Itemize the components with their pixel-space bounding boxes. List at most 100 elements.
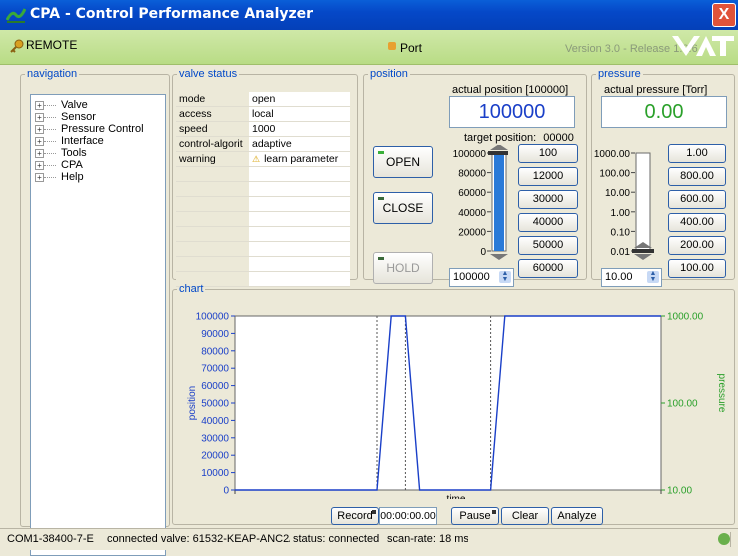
position-preset-button[interactable]: 30000 [518, 190, 578, 209]
valve-status-row [176, 211, 350, 227]
navigation-panel: navigation + Valve + Sensor + Pressure Contro… [20, 68, 170, 556]
position-preset-button[interactable]: 50000 [518, 236, 578, 255]
remote-label: REMOTE [26, 38, 78, 52]
window-close-button[interactable]: X [712, 3, 736, 27]
valve-status-row: control-algorit adaptive [176, 136, 350, 152]
hold-led [378, 257, 384, 260]
tree-connector [44, 117, 56, 118]
status-spare [468, 532, 731, 547]
expand-icon[interactable]: + [35, 149, 44, 158]
pressure-preset-button[interactable]: 1.00 [668, 144, 726, 163]
valve-status-legend: valve status [179, 68, 238, 80]
pause-button-label: Pause [459, 510, 491, 522]
port-button[interactable]: Port [388, 41, 422, 55]
expand-icon[interactable]: + [35, 161, 44, 170]
valve-status-key: speed [176, 121, 249, 137]
position-scale-label: 0 [480, 247, 486, 258]
position-preset-button[interactable]: 40000 [518, 213, 578, 232]
expand-icon[interactable]: + [35, 137, 44, 146]
actual-pressure-label: actual pressure [Torr] [604, 84, 708, 96]
nav-item-pressure-control[interactable]: + Pressure Control [31, 123, 165, 135]
spin-arrows-icon[interactable]: ▲ ▼ [499, 270, 511, 283]
navigation-legend: navigation [27, 68, 78, 80]
chart-panel: chart 100000 90000 80000 70000 60000 50000 400… [172, 283, 735, 525]
valve-status-row: mode open [176, 92, 350, 107]
expand-icon[interactable]: + [35, 173, 44, 182]
position-handle-arrow-icon [490, 145, 508, 150]
position-scale-label: 60000 [458, 188, 486, 199]
pressure-scale-label: 1000.00 [594, 149, 630, 160]
connection-status-icon [718, 533, 730, 545]
close-button[interactable]: CLOSE [373, 192, 433, 224]
pressure-preset-button[interactable]: 400.00 [668, 213, 726, 232]
expand-icon[interactable]: + [35, 101, 44, 110]
expand-icon[interactable]: + [35, 125, 44, 134]
remote-button[interactable]: REMOTE [10, 38, 77, 53]
position-preset-label: 100 [538, 147, 558, 159]
position-preset-button[interactable]: 12000 [518, 167, 578, 186]
position-slider[interactable]: 100000 80000 60000 40000 20000 0 [452, 145, 508, 265]
record-timer: 00:00:00.00 [379, 507, 437, 525]
pressure-preset-label: 600.00 [680, 193, 714, 205]
status-scan-rate: scan-rate: 18 ms [384, 532, 471, 547]
expand-icon[interactable]: + [35, 113, 44, 122]
clear-button-label: Clear [511, 510, 539, 522]
tree-connector [44, 141, 56, 142]
clear-button[interactable]: Clear [501, 507, 549, 525]
nav-item-interface[interactable]: + Interface [31, 135, 165, 147]
tree-connector [44, 129, 56, 130]
valve-status-empty [176, 166, 249, 182]
pressure-slider-handle[interactable] [632, 249, 654, 253]
key-icon [10, 39, 24, 53]
window-title: CPA - Control Performance Analyzer [30, 6, 314, 22]
nav-item-label: CPA [61, 159, 83, 171]
valve-status-key: warning [176, 151, 249, 167]
pressure-preset-button[interactable]: 800.00 [668, 167, 726, 186]
valve-status-key: mode [176, 92, 249, 107]
nav-item-cpa[interactable]: + CPA [31, 159, 165, 171]
nav-item-valve[interactable]: + Valve [31, 99, 165, 111]
y-tick-label: 90000 [201, 329, 229, 340]
nav-item-sensor[interactable]: + Sensor [31, 111, 165, 123]
record-button[interactable]: Record [331, 507, 379, 525]
valve-status-key: control-algorit [176, 136, 249, 152]
chart-plot-area [234, 315, 662, 491]
position-slider-handle[interactable] [488, 151, 508, 155]
hold-button[interactable]: HOLD [373, 252, 433, 284]
y-axis-label: position [187, 386, 198, 420]
valve-status-row [176, 241, 350, 257]
open-led [378, 151, 384, 154]
navigation-tree[interactable]: + Valve + Sensor + Pressure Control + Interface… [30, 94, 166, 556]
position-scale-label: 80000 [458, 169, 486, 180]
pressure-scale-label: 10.00 [605, 188, 630, 199]
analyze-button[interactable]: Analyze [551, 507, 603, 525]
position-preset-label: 50000 [532, 239, 564, 251]
pressure-bottom-arrow-icon [634, 254, 652, 260]
target-position-label: target position: 00000 [464, 132, 574, 144]
pressure-preset-label: 400.00 [680, 216, 714, 228]
y2-tick-label: 100.00 [667, 399, 698, 410]
pressure-preset-button[interactable]: 100.00 [668, 259, 726, 278]
position-preset-button[interactable]: 60000 [518, 259, 578, 278]
toolbar: REMOTE Port Version 3.0 - Release 1.0.6 [0, 30, 738, 65]
pause-button[interactable]: Pause [451, 507, 499, 525]
x-axis-label: time [447, 494, 466, 499]
tree-connector [44, 153, 56, 154]
y-tick-label: 70000 [201, 364, 229, 375]
pressure-track [635, 152, 651, 252]
position-spin-value: 100000 [453, 271, 490, 283]
spin-arrows-icon[interactable]: ▲ ▼ [647, 270, 659, 283]
position-preset-button[interactable]: 100 [518, 144, 578, 163]
y2-tick-label: 10.00 [667, 486, 692, 497]
open-button[interactable]: OPEN [373, 146, 433, 178]
cpa-app-icon [6, 8, 26, 23]
nav-item-help[interactable]: + Help [31, 171, 165, 183]
y-tick-label: 20000 [201, 451, 229, 462]
valve-status-empty [176, 241, 249, 257]
pressure-preset-button[interactable]: 200.00 [668, 236, 726, 255]
pressure-preset-button[interactable]: 600.00 [668, 190, 726, 209]
nav-item-tools[interactable]: + Tools [31, 147, 165, 159]
pressure-slider[interactable]: 1000.00 100.00 10.00 1.00 0.10 0.01 [594, 145, 662, 265]
valve-status-table: mode open access local speed 1000 control-algo… [176, 92, 350, 287]
record-button-label: Record [337, 510, 373, 522]
